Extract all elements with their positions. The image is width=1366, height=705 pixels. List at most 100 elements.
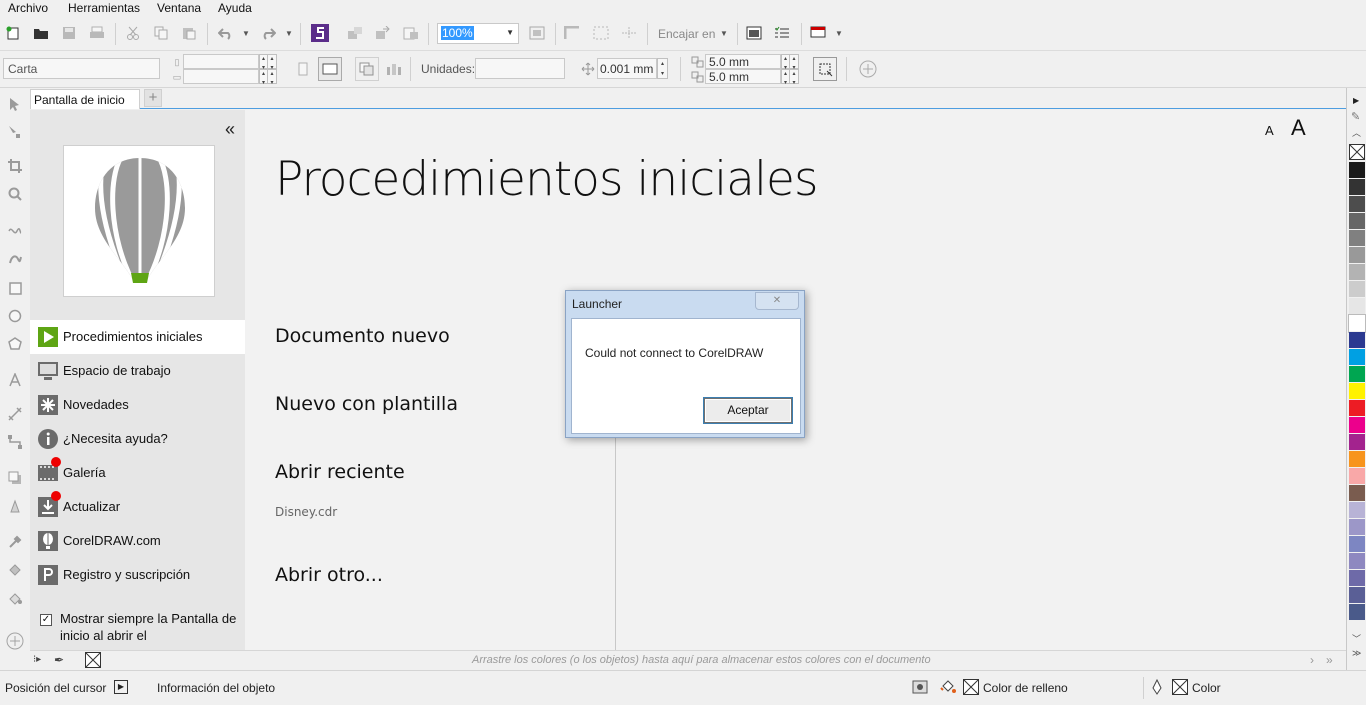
new-tab-button[interactable]: + (144, 89, 162, 107)
nav-galeria[interactable]: Galería (30, 456, 245, 490)
nav-procedimientos-iniciales[interactable]: Procedimientos iniciales (30, 320, 245, 354)
palette-swatch[interactable] (1349, 247, 1365, 264)
duplicate-distance-x-field[interactable]: 5.0 mm (705, 54, 781, 69)
corel-connect-icon[interactable] (311, 24, 329, 42)
dup-y-spinner-alt[interactable]: ▴ ▾ (790, 69, 799, 86)
nudge-spinner[interactable]: ▴ ▾ (657, 58, 668, 79)
palette-swatch[interactable] (1349, 162, 1365, 179)
nav-novedades[interactable]: Novedades (30, 388, 245, 422)
zoom-dropdown-icon[interactable]: ▼ (506, 28, 514, 37)
full-screen-preview-icon[interactable] (529, 25, 545, 41)
palette-swatch[interactable] (1349, 179, 1365, 196)
color-eyedropper-icon[interactable] (7, 534, 23, 550)
nav-coreldraw-com[interactable]: CorelDRAW.com (30, 524, 245, 558)
palette-swatch[interactable] (1349, 536, 1365, 553)
palette-scroll-up-icon[interactable]: ︿ (1352, 126, 1361, 139)
doc-palette-scroll-icon[interactable]: › (1310, 653, 1314, 667)
palette-swatch[interactable] (1349, 298, 1365, 315)
undo-icon[interactable] (218, 25, 234, 41)
palette-swatch[interactable] (1349, 485, 1365, 502)
cut-icon[interactable] (125, 25, 141, 41)
ellipse-tool-icon[interactable] (7, 308, 23, 324)
cursor-position-expand-icon[interactable]: ▶ (114, 680, 128, 694)
page-size-select[interactable]: Carta (3, 58, 160, 79)
height-spinner[interactable]: ▴ ▾ (259, 69, 268, 86)
interactive-fill-icon[interactable] (7, 562, 23, 578)
smart-fill-icon[interactable] (7, 590, 23, 606)
paste-icon[interactable] (181, 25, 197, 41)
dialog-close-button[interactable]: ✕ (755, 292, 799, 310)
palette-swatch[interactable] (1349, 230, 1365, 247)
palette-swatch[interactable] (1349, 502, 1365, 519)
palette-swatch[interactable] (1349, 451, 1365, 468)
all-pages-icon[interactable] (355, 57, 379, 81)
guidelines-icon[interactable] (621, 25, 637, 41)
palette-swatch[interactable] (1349, 553, 1365, 570)
zoom-level-select[interactable]: 100% ▼ (437, 23, 519, 44)
transparency-tool-icon[interactable] (7, 498, 23, 514)
polygon-tool-icon[interactable] (7, 336, 23, 352)
palette-swatch[interactable] (1349, 366, 1365, 383)
menu-herramientas[interactable]: Herramientas (68, 1, 140, 15)
page-width-field[interactable] (183, 54, 259, 69)
menu-ayuda[interactable]: Ayuda (218, 1, 252, 15)
duplicate-distance-y-field[interactable]: 5.0 mm (705, 69, 781, 84)
launcher-dropdown-icon[interactable]: ▼ (835, 29, 843, 38)
portrait-icon[interactable] (295, 61, 311, 77)
palette-scroll-down-icon[interactable]: ﹀ (1352, 632, 1361, 645)
nav-registro-y-suscripcion[interactable]: Registro y suscripción (30, 558, 245, 592)
export-icon[interactable] (375, 25, 391, 41)
application-launcher-icon[interactable] (810, 25, 826, 41)
nudge-distance-field[interactable]: 0.001 mm (597, 58, 657, 79)
palette-swatch[interactable] (1349, 332, 1365, 349)
welcome-screen-icon[interactable] (746, 25, 762, 41)
outline-color-swatch[interactable] (1172, 679, 1188, 695)
text-tool-icon[interactable] (7, 372, 23, 388)
palette-swatch[interactable] (1348, 314, 1366, 333)
copy-icon[interactable] (153, 25, 169, 41)
current-page-icon[interactable] (386, 61, 402, 77)
height-spinner-alt[interactable]: ▴ ▾ (268, 69, 277, 86)
parallel-dimension-icon[interactable] (7, 406, 23, 422)
landscape-icon[interactable] (318, 57, 342, 81)
doc-palette-expand-icon[interactable]: » (1326, 653, 1333, 667)
dup-y-spinner[interactable]: ▴ ▾ (781, 69, 790, 86)
snap-dropdown-icon[interactable]: ▼ (720, 29, 728, 38)
show-always-checkbox[interactable]: ✓ (40, 614, 52, 626)
dup-x-spinner-alt[interactable]: ▴ ▾ (790, 54, 799, 71)
palette-swatch[interactable] (1349, 570, 1365, 587)
nav-espacio-de-trabajo[interactable]: Espacio de trabajo (30, 354, 245, 388)
add-property-icon[interactable] (859, 60, 877, 78)
fill-bucket-icon[interactable] (940, 680, 956, 694)
new-document-icon[interactable] (5, 25, 21, 41)
crop-tool-icon[interactable] (7, 158, 23, 174)
menu-archivo[interactable]: Archivo (8, 1, 48, 15)
no-color-swatch[interactable] (1349, 144, 1365, 160)
fill-settings-icon[interactable] (912, 680, 928, 694)
width-spinner-alt[interactable]: ▴ ▾ (268, 54, 277, 71)
print-icon[interactable] (89, 25, 105, 41)
palette-swatch[interactable] (1349, 383, 1365, 400)
palette-swatch[interactable] (1349, 519, 1365, 536)
fill-color-swatch[interactable] (963, 679, 979, 695)
palette-scroll-right-icon[interactable]: ▶ (1353, 96, 1359, 105)
publish-pdf-icon[interactable] (403, 25, 419, 41)
menu-ventana[interactable]: Ventana (157, 1, 201, 15)
nav-actualizar[interactable]: Actualizar (30, 490, 245, 524)
palette-swatch[interactable] (1349, 587, 1365, 604)
pick-tool-icon[interactable] (7, 96, 23, 112)
dialog-ok-button[interactable]: Aceptar (703, 397, 793, 424)
save-icon[interactable] (61, 25, 77, 41)
undo-dropdown-icon[interactable]: ▼ (242, 29, 250, 38)
palette-swatch[interactable] (1349, 434, 1365, 451)
drop-shadow-icon[interactable] (7, 470, 23, 486)
palette-swatch[interactable] (1349, 264, 1365, 281)
nav-necesita-ayuda[interactable]: ¿Necesita ayuda? (30, 422, 245, 456)
tab-pantalla-de-inicio[interactable]: Pantalla de inicio (30, 89, 140, 109)
palette-swatch[interactable] (1349, 604, 1365, 621)
new-from-template-link[interactable]: Nuevo con plantilla (275, 393, 458, 415)
collapse-sidebar-icon[interactable]: « (225, 119, 235, 140)
palette-swatch[interactable] (1349, 349, 1365, 366)
open-other-link[interactable]: Abrir otro... (275, 564, 383, 586)
open-folder-icon[interactable] (33, 25, 49, 41)
